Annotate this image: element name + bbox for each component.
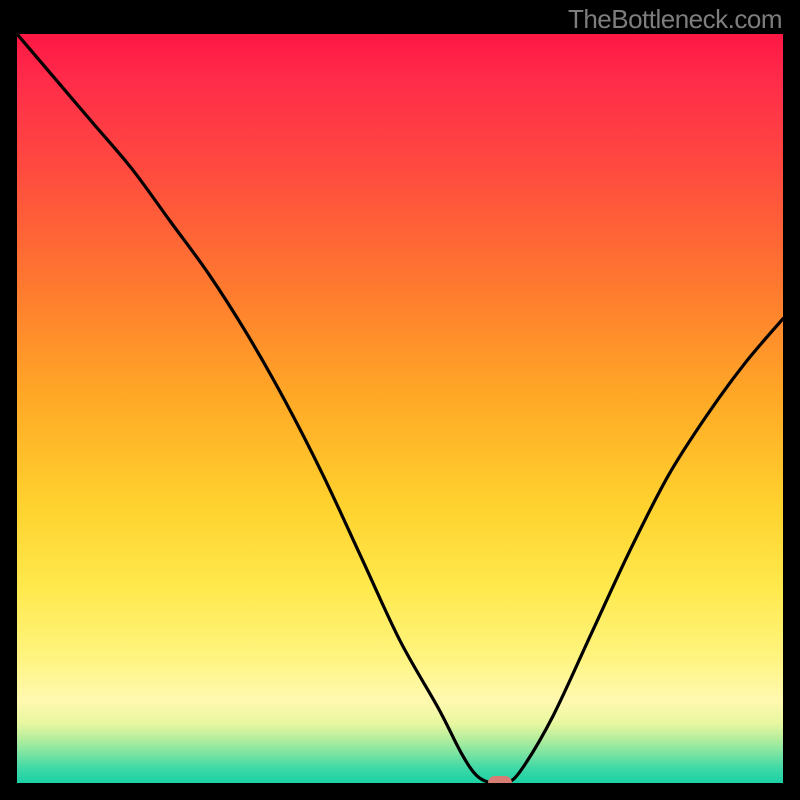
optimal-point-marker	[488, 776, 512, 783]
watermark-text: TheBottleneck.com	[568, 4, 782, 35]
plot-area	[17, 34, 783, 783]
bottleneck-curve	[17, 34, 783, 783]
chart-frame: TheBottleneck.com	[0, 0, 800, 800]
curve-layer	[17, 34, 783, 783]
